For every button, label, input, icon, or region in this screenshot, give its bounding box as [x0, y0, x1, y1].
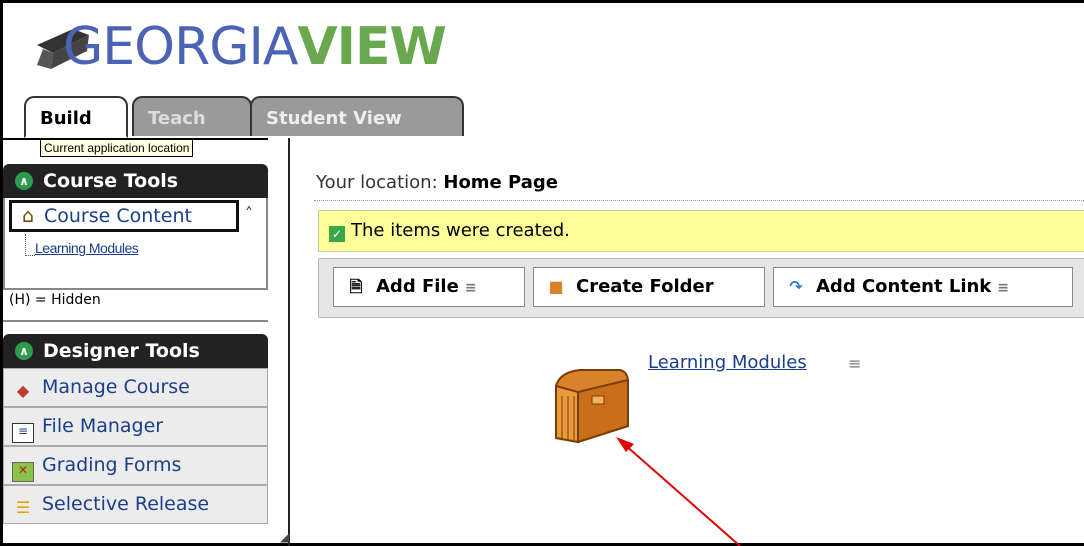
nav-divider	[288, 138, 290, 546]
home-icon: ⌂	[21, 205, 35, 227]
divider	[3, 320, 268, 322]
check-icon: ✓	[329, 226, 345, 242]
divider	[314, 200, 1084, 201]
sidebar-item-manage-course[interactable]: ◆ Manage Course	[3, 368, 268, 407]
dropdown-icon[interactable]: ≡	[997, 280, 1009, 296]
tab-student-view[interactable]: Student View	[250, 96, 464, 136]
toolbox-icon: ◆	[16, 381, 30, 400]
collapse-chevron-icon[interactable]: ∧	[15, 342, 33, 360]
main-content: Your location: Home Page ✓ The items were…	[300, 160, 1084, 546]
add-content-link-button[interactable]: ↷ Add Content Link ≡	[773, 267, 1073, 307]
dropdown-icon[interactable]: ≡	[465, 280, 477, 296]
learning-modules-nav-link[interactable]: Learning Modules	[35, 240, 139, 256]
tree-connector	[25, 234, 35, 256]
link-icon: ↷	[789, 277, 803, 296]
success-alert: ✓ The items were created.	[318, 210, 1084, 252]
folder-icon: ■	[548, 277, 564, 296]
collapse-chevron-icon[interactable]: ∧	[15, 172, 33, 190]
tooltip: Current application location	[40, 139, 194, 157]
hidden-legend: (H) = Hidden	[9, 292, 101, 308]
grading-forms-icon: ✕	[12, 462, 34, 482]
course-content-link[interactable]: ⌂ Course Content	[9, 200, 239, 232]
selective-release-icon: ☰	[15, 498, 31, 517]
file-manager-icon: ≡	[12, 423, 34, 443]
create-folder-button[interactable]: ■ Create Folder	[533, 267, 765, 307]
tab-teach[interactable]: Teach	[132, 96, 252, 136]
breadcrumb: Your location: Home Page	[316, 172, 558, 193]
logo-wordmark: GEORGIAVIEW	[63, 17, 447, 77]
sidebar-item-file-manager[interactable]: ≡ File Manager	[3, 407, 268, 446]
designer-tools-header[interactable]: ∧ Designer Tools	[3, 334, 268, 368]
learning-modules-content-link[interactable]: Learning Modules	[648, 352, 807, 373]
learning-module-folder-icon[interactable]	[550, 366, 630, 446]
course-tools-header[interactable]: ∧ Course Tools	[3, 164, 268, 198]
resize-grip-icon[interactable]: ◢	[280, 530, 289, 544]
collapse-up-icon[interactable]: ˄	[245, 204, 253, 223]
georgiaview-logo: GEORGIAVIEW	[33, 13, 447, 103]
sidebar-item-selective-release[interactable]: ☰ Selective Release	[3, 485, 268, 524]
course-tools-body: ⌂ Course Content ˄ Learning Modules	[3, 198, 268, 290]
tab-build[interactable]: Build	[24, 96, 128, 138]
left-nav: ∧ Course Tools ⌂ Course Content ˄ Learning…	[3, 138, 268, 546]
sidebar-item-grading-forms[interactable]: ✕ Grading Forms	[3, 446, 268, 485]
action-menu-icon[interactable]: ≡	[848, 354, 861, 373]
content-toolbar: 🗎 Add File ≡ ■ Create Folder ↷ Add Content L…	[318, 258, 1084, 318]
document-icon: 🗎	[349, 277, 363, 296]
add-file-button[interactable]: 🗎 Add File ≡	[333, 267, 525, 307]
